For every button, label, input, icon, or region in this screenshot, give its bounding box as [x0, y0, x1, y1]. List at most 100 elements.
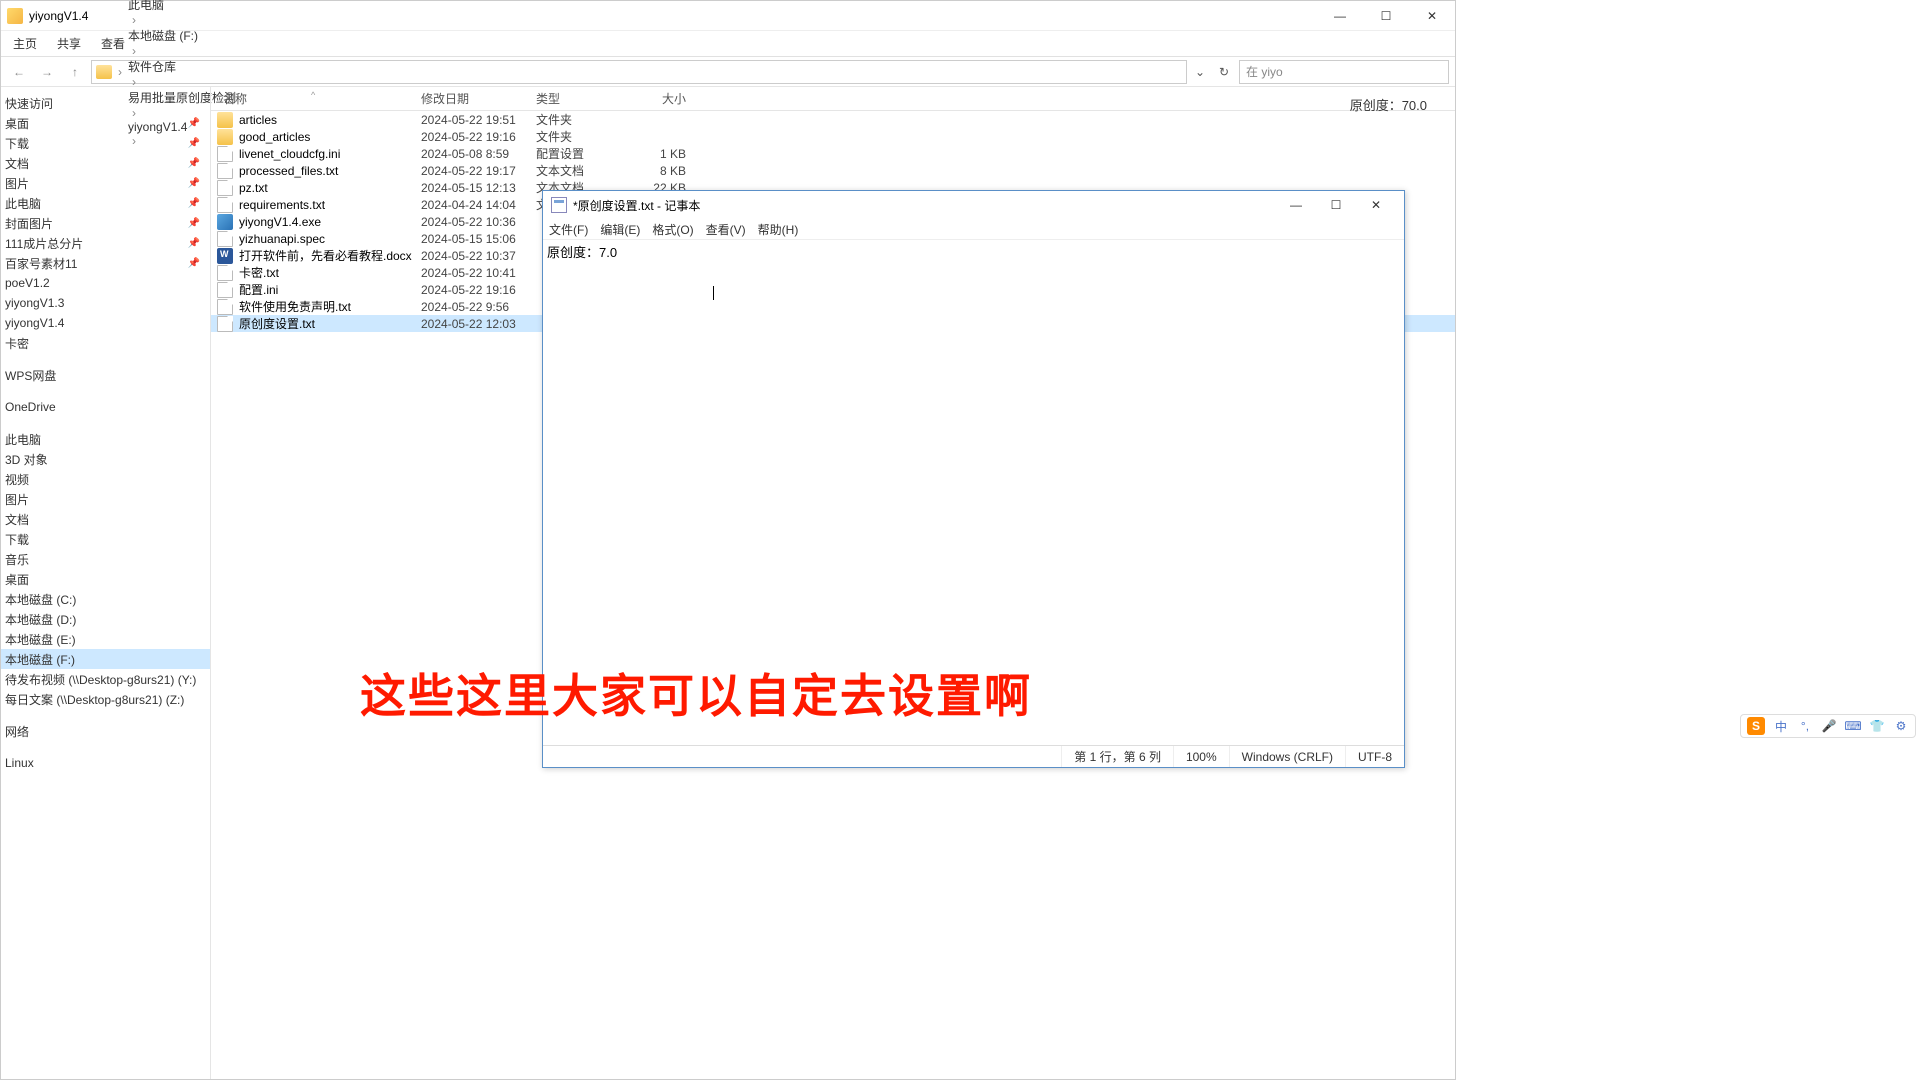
sidebar-item[interactable]: 本地磁盘 (F:) [1, 649, 210, 669]
ime-keyboard-icon[interactable]: ⌨ [1845, 718, 1861, 734]
sidebar-item[interactable]: WPS网盘 [1, 365, 210, 385]
minimize-button[interactable]: — [1276, 191, 1316, 219]
file-icon [217, 316, 233, 332]
menu-format[interactable]: 格式(O) [652, 221, 693, 238]
file-icon [217, 163, 233, 179]
dropdown-icon[interactable]: ⌄ [1191, 63, 1209, 81]
notepad-titlebar[interactable]: *原创度设置.txt - 记事本 — ☐ ✕ [543, 191, 1404, 219]
chevron-right-icon: › [128, 44, 140, 58]
sidebar-item[interactable]: yiyongV1.3 [1, 293, 210, 313]
sidebar-item[interactable]: 文档 [1, 509, 210, 529]
sidebar-item[interactable]: 下载 [1, 529, 210, 549]
menu-edit[interactable]: 编辑(E) [600, 221, 640, 238]
tab-view[interactable]: 查看 [101, 35, 125, 52]
breadcrumb-segment[interactable]: 本地磁盘 (F:) [128, 27, 236, 44]
ime-lang[interactable]: 中 [1773, 718, 1789, 734]
tab-home[interactable]: 主页 [13, 35, 37, 52]
menu-view[interactable]: 查看(V) [706, 221, 746, 238]
close-button[interactable]: ✕ [1356, 191, 1396, 219]
sogou-icon[interactable]: S [1747, 717, 1765, 735]
file-icon [217, 146, 233, 162]
sidebar-item[interactable]: 本地磁盘 (E:) [1, 629, 210, 649]
sidebar-item[interactable]: 视频 [1, 469, 210, 489]
sidebar-item[interactable]: 卡密 [1, 333, 210, 353]
file-type: 文件夹 [536, 111, 634, 128]
pin-icon: 📌 [188, 198, 200, 209]
file-row[interactable]: processed_files.txt2024-05-22 19:17文本文档8… [211, 162, 1455, 179]
breadcrumb-segment[interactable]: 此电脑 [128, 0, 236, 13]
sidebar-item[interactable]: 图片📌 [1, 173, 210, 193]
sidebar-item[interactable]: OneDrive [1, 397, 210, 417]
sidebar-item[interactable]: 封面图片📌 [1, 213, 210, 233]
exe-icon [217, 214, 233, 230]
sidebar-item[interactable]: 本地磁盘 (D:) [1, 609, 210, 629]
sidebar-item[interactable]: 音乐 [1, 549, 210, 569]
col-name[interactable]: 名称 [211, 90, 421, 107]
sidebar-item[interactable]: 本地磁盘 (C:) [1, 589, 210, 609]
folder-icon [217, 112, 233, 128]
sidebar-item[interactable]: 文档📌 [1, 153, 210, 173]
file-name: yiyongV1.4.exe [239, 215, 321, 229]
maximize-button[interactable]: ☐ [1316, 191, 1356, 219]
pin-icon: 📌 [188, 178, 200, 189]
minimize-button[interactable]: — [1317, 1, 1363, 31]
sidebar-item[interactable]: 此电脑📌 [1, 193, 210, 213]
folder-icon [96, 65, 112, 79]
ime-toolbar[interactable]: S 中 °, 🎤 ⌨ 👕 ⚙ [1740, 714, 1916, 738]
refresh-icon[interactable]: ↻ [1215, 63, 1233, 81]
file-row[interactable]: articles2024-05-22 19:51文件夹 [211, 111, 1455, 128]
breadcrumb-box[interactable]: › 此电脑›本地磁盘 (F:)›软件仓库›易用批量原创度检测›yiyongV1.… [91, 60, 1187, 84]
file-type: 配置设置 [536, 145, 634, 162]
close-button[interactable]: ✕ [1409, 1, 1455, 31]
sidebar-item[interactable]: 待发布视频 (\\Desktop-g8urs21) (Y:) [1, 669, 210, 689]
file-name: 软件使用免责声明.txt [239, 298, 351, 315]
tab-share[interactable]: 共享 [57, 35, 81, 52]
file-row[interactable]: livenet_cloudcfg.ini2024-05-08 8:59配置设置1… [211, 145, 1455, 162]
col-type[interactable]: 类型 [536, 90, 634, 107]
sidebar-item[interactable]: 此电脑 [1, 429, 210, 449]
sidebar-item[interactable]: 下载📌 [1, 133, 210, 153]
notepad-icon [551, 197, 567, 213]
ime-skin-icon[interactable]: 👕 [1869, 718, 1885, 734]
sidebar-item[interactable]: 桌面 [1, 569, 210, 589]
file-date: 2024-05-22 19:17 [421, 164, 536, 178]
sidebar-item[interactable]: 每日文案 (\\Desktop-g8urs21) (Z:) [1, 689, 210, 709]
sidebar-item[interactable]: Linux [1, 753, 210, 773]
file-row[interactable]: good_articles2024-05-22 19:16文件夹 [211, 128, 1455, 145]
ime-settings-icon[interactable]: ⚙ [1893, 718, 1909, 734]
pin-icon: 📌 [188, 258, 200, 269]
file-name: yizhuanapi.spec [239, 232, 325, 246]
subtitle-caption: 这些这里大家可以自定去设置啊 [360, 660, 1032, 726]
file-date: 2024-05-22 9:56 [421, 300, 536, 314]
sidebar-item[interactable]: yiyongV1.4 [1, 313, 210, 333]
menu-help[interactable]: 帮助(H) [758, 221, 799, 238]
forward-button[interactable]: → [35, 60, 59, 84]
col-size[interactable]: 大小 [634, 90, 694, 107]
sidebar-item[interactable]: 3D 对象 [1, 449, 210, 469]
sidebar-item[interactable]: 网络 [1, 721, 210, 741]
sidebar-item[interactable]: 桌面📌 [1, 113, 210, 133]
maximize-button[interactable]: ☐ [1363, 1, 1409, 31]
file-name: 打开软件前，先看必看教程.docx [239, 247, 412, 264]
search-input[interactable]: 在 yiyo [1239, 60, 1449, 84]
file-icon [217, 180, 233, 196]
sidebar-item[interactable]: 111成片总分片📌 [1, 233, 210, 253]
pin-icon: 📌 [188, 158, 200, 169]
col-date[interactable]: 修改日期 [421, 90, 536, 107]
sidebar-item[interactable]: 百家号素材11📌 [1, 253, 210, 273]
breadcrumb-segment[interactable]: 软件仓库 [128, 58, 236, 75]
sidebar-item[interactable]: poeV1.2 [1, 273, 210, 293]
ime-mic-icon[interactable]: 🎤 [1821, 718, 1837, 734]
menu-file[interactable]: 文件(F) [549, 221, 588, 238]
column-headers[interactable]: 名称 修改日期 类型 大小 [211, 87, 1455, 111]
search-placeholder: 在 yiyo [1246, 63, 1283, 80]
sidebar-item[interactable]: 快速访问 [1, 93, 210, 113]
file-name: 配置.ini [239, 281, 278, 298]
file-date: 2024-05-22 19:16 [421, 130, 536, 144]
back-button[interactable]: ← [7, 60, 31, 84]
file-name: good_articles [239, 130, 310, 144]
pin-icon: 📌 [188, 238, 200, 249]
ime-punct-icon[interactable]: °, [1797, 718, 1813, 734]
up-button[interactable]: ↑ [63, 60, 87, 84]
sidebar-item[interactable]: 图片 [1, 489, 210, 509]
